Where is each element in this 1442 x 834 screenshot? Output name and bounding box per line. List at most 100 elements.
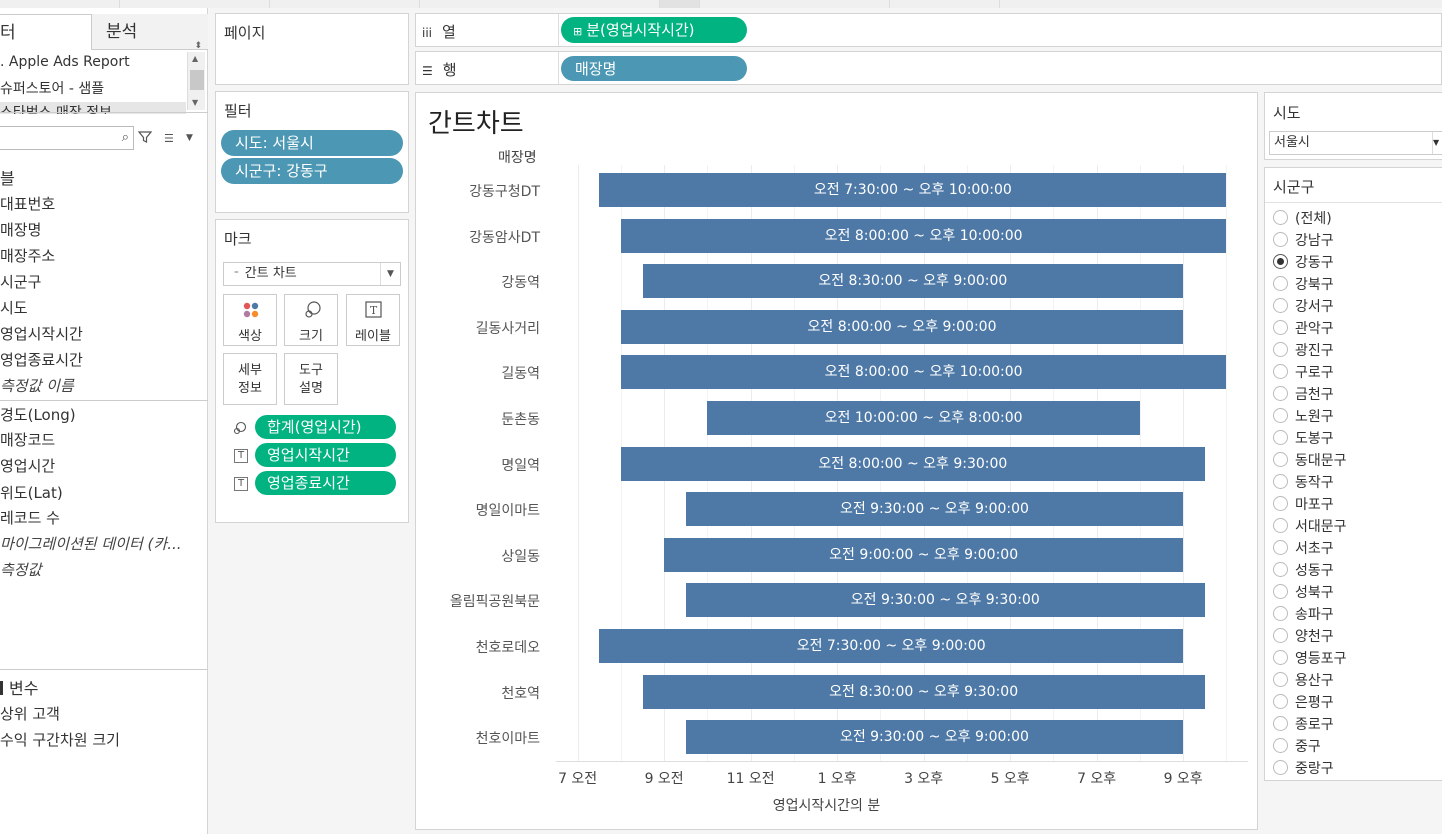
- gantt-bar[interactable]: 오전 8:00:00 ~ 오후 10:00:00: [620, 218, 1227, 253]
- row-label[interactable]: 명일역: [390, 455, 540, 475]
- row-label[interactable]: 천호역: [390, 683, 540, 703]
- scroll-up-icon[interactable]: ▲: [192, 54, 198, 63]
- radio-option[interactable]: 동작구: [1273, 472, 1334, 492]
- radio-button[interactable]: [1273, 716, 1288, 731]
- row-label[interactable]: 상일동: [390, 546, 540, 566]
- field-measure-names[interactable]: 측정값 이름: [0, 375, 206, 396]
- radio-button[interactable]: [1273, 232, 1288, 247]
- radio-button[interactable]: [1273, 628, 1288, 643]
- field-dimension[interactable]: 매장주소: [0, 245, 206, 266]
- radio-button[interactable]: [1273, 320, 1288, 335]
- field-dimension[interactable]: 시도: [0, 297, 206, 318]
- datasource-item[interactable]: 슈퍼스토어 - 샘플: [0, 78, 186, 98]
- mark-pill-size[interactable]: 합계(영업시간): [255, 415, 396, 439]
- radio-button[interactable]: [1273, 254, 1288, 269]
- field-measure[interactable]: 경도(Long): [0, 404, 206, 425]
- x-axis-title[interactable]: 영업시작시간의 분: [406, 795, 1247, 815]
- gantt-bar[interactable]: 오전 8:00:00 ~ 오후 10:00:00: [620, 355, 1227, 390]
- filters-card[interactable]: 필터 시도: 서울시 시군구: 강동구: [215, 91, 409, 213]
- radio-option[interactable]: 강서구: [1273, 296, 1334, 316]
- chevron-down-icon[interactable]: ▼: [1432, 132, 1442, 154]
- radio-option[interactable]: 성북구: [1273, 582, 1334, 602]
- row-label[interactable]: 둔촌동: [390, 409, 540, 429]
- scrollbar-thumb[interactable]: [190, 70, 204, 90]
- expand-plus-icon[interactable]: ⊞: [573, 25, 582, 38]
- radio-option[interactable]: 노원구: [1273, 406, 1334, 426]
- datasource-scrollbar[interactable]: ▲ ▼: [187, 52, 205, 110]
- radio-option[interactable]: 강남구: [1273, 230, 1334, 250]
- radio-option[interactable]: 구로구: [1273, 362, 1334, 382]
- radio-option[interactable]: 양천구: [1273, 626, 1334, 646]
- radio-button[interactable]: [1273, 760, 1288, 775]
- tab-data[interactable]: 터: [0, 14, 92, 50]
- tooltip-button[interactable]: 도구 설명: [284, 353, 338, 405]
- radio-option[interactable]: 성동구: [1273, 560, 1334, 580]
- radio-button[interactable]: [1273, 584, 1288, 599]
- field-dimension[interactable]: 대표번호: [0, 193, 206, 214]
- row-label[interactable]: 강동암사DT: [390, 227, 540, 247]
- gantt-bar[interactable]: 오전 8:30:00 ~ 오후 9:30:00: [642, 674, 1205, 709]
- radio-option[interactable]: 강북구: [1273, 274, 1334, 294]
- radio-button[interactable]: [1273, 496, 1288, 511]
- size-button[interactable]: 크기: [284, 294, 338, 346]
- scroll-down-icon[interactable]: ▼: [192, 98, 198, 107]
- row-label[interactable]: 천호로데오: [390, 637, 540, 657]
- row-label[interactable]: 천호이마트: [390, 728, 540, 748]
- detail-button[interactable]: 세부 정보: [223, 353, 277, 405]
- filter-pill-sido[interactable]: 시도: 서울시: [221, 130, 403, 156]
- row-label[interactable]: 강동구청DT: [390, 181, 540, 201]
- radio-option[interactable]: 동대문구: [1273, 450, 1347, 470]
- radio-option[interactable]: 도봉구: [1273, 428, 1334, 448]
- radio-button[interactable]: [1273, 364, 1288, 379]
- radio-button[interactable]: [1273, 672, 1288, 687]
- field-parameter[interactable]: 상위 고객: [0, 703, 206, 724]
- radio-option[interactable]: 영등포구: [1273, 648, 1347, 668]
- radio-option[interactable]: 마포구: [1273, 494, 1334, 514]
- pages-card[interactable]: 페이지: [215, 13, 409, 85]
- field-dimension[interactable]: 영업종료시간: [0, 349, 206, 370]
- filter-icon[interactable]: [138, 130, 152, 144]
- gantt-bar[interactable]: 오전 8:30:00 ~ 오후 9:00:00: [642, 264, 1184, 299]
- gantt-bar[interactable]: 오전 7:30:00 ~ 오후 10:00:00: [599, 173, 1227, 207]
- radio-option[interactable]: 송파구: [1273, 604, 1334, 624]
- radio-button[interactable]: [1273, 408, 1288, 423]
- field-parameter[interactable]: 수익 구간차원 크기: [0, 729, 206, 750]
- radio-button[interactable]: [1273, 606, 1288, 621]
- radio-option[interactable]: 은평구: [1273, 692, 1334, 712]
- radio-option[interactable]: 관악구: [1273, 318, 1334, 338]
- radio-button[interactable]: [1273, 518, 1288, 533]
- gantt-bar[interactable]: 오전 9:30:00 ~ 오후 9:00:00: [685, 720, 1184, 755]
- field-dimension[interactable]: 시군구: [0, 271, 206, 292]
- radio-option[interactable]: 중구: [1273, 736, 1321, 756]
- radio-button[interactable]: [1273, 738, 1288, 753]
- sido-dropdown[interactable]: 서울시 ▼: [1269, 131, 1442, 155]
- radio-button[interactable]: [1273, 694, 1288, 709]
- row-label[interactable]: 올림픽공원북문: [390, 591, 540, 611]
- radio-option[interactable]: (전체): [1273, 208, 1332, 228]
- radio-button[interactable]: [1273, 430, 1288, 445]
- list-view-icon[interactable]: ☰: [164, 132, 174, 145]
- field-measure[interactable]: 영업시간: [0, 455, 206, 476]
- radio-button[interactable]: [1273, 210, 1288, 225]
- row-label[interactable]: 길동사거리: [390, 318, 540, 338]
- field-migrated-data[interactable]: 마이그레이션된 데이터 (카...: [0, 533, 206, 554]
- search-icon[interactable]: ⌕: [122, 130, 129, 145]
- radio-button[interactable]: [1273, 540, 1288, 555]
- radio-button[interactable]: [1273, 452, 1288, 467]
- gantt-bar[interactable]: 오전 8:00:00 ~ 오후 9:00:00: [620, 309, 1184, 344]
- radio-option[interactable]: 서대문구: [1273, 516, 1347, 536]
- radio-button[interactable]: [1273, 650, 1288, 665]
- field-search-input[interactable]: ⌕: [0, 126, 134, 150]
- row-label[interactable]: 명일이마트: [390, 500, 540, 520]
- row-label[interactable]: 강동역: [390, 272, 540, 292]
- radio-option[interactable]: 용산구: [1273, 670, 1334, 690]
- rows-shelf[interactable]: ☰ 행 매장명: [415, 51, 1442, 85]
- filter-pill-sigungu[interactable]: 시군구: 강동구: [221, 158, 403, 184]
- columns-pill[interactable]: ⊞ 분(영업시작시간): [561, 17, 747, 43]
- color-button[interactable]: 색상: [223, 294, 277, 346]
- gantt-bar[interactable]: 오전 9:30:00 ~ 오후 9:30:00: [685, 583, 1205, 618]
- radio-button[interactable]: [1273, 474, 1288, 489]
- radio-button[interactable]: [1273, 298, 1288, 313]
- radio-button[interactable]: [1273, 562, 1288, 577]
- mark-pill-label[interactable]: 영업종료시간: [255, 471, 396, 495]
